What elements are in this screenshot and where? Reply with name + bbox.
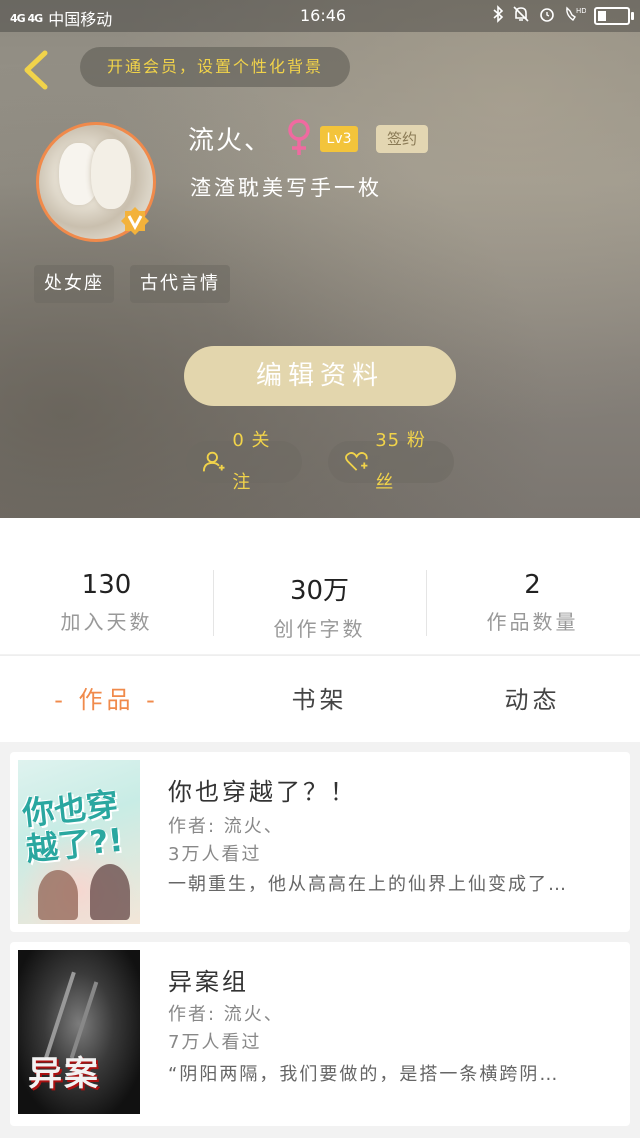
tab-activity[interactable]: 动态: [426, 680, 639, 715]
book-card[interactable]: 异案 异案组 作者: 流火、 7万人看过 “阴阳两隔，我们要做的，是搭一条横跨阴…: [10, 942, 630, 1126]
stat-label: 创作字数: [273, 617, 366, 641]
bell-muted-icon: [512, 5, 530, 27]
tab-works[interactable]: - 作品 -: [0, 680, 213, 715]
book-author: 作者: 流火、: [168, 816, 284, 837]
profile-header: 4G 4G 中国移动 16:46 HD 开通会员，设置个性化背景 流火、 Lv3…: [0, 0, 640, 518]
book-title[interactable]: 异案组: [168, 962, 249, 997]
chevron-left-icon: [24, 50, 48, 90]
content-tabs: - 作品 - 书架 动态: [0, 655, 640, 742]
bluetooth-icon: [492, 5, 504, 27]
stat-value: 30万: [289, 576, 350, 606]
book-title[interactable]: 你也穿越了？！: [168, 772, 357, 807]
user-plus-icon: [202, 451, 225, 472]
stats-panel: 130 加入天数 30万 创作字数 2 作品数量: [0, 518, 640, 654]
user-name: 流火、: [188, 126, 273, 156]
heart-plus-icon: [345, 452, 368, 471]
followers-count: 35 粉丝: [375, 430, 426, 493]
carrier-label: 中国移动: [48, 10, 113, 29]
cover-title: 你也穿越了?!: [20, 784, 125, 869]
vip-background-banner[interactable]: 开通会员，设置个性化背景: [80, 47, 350, 87]
stat-value: 130: [81, 570, 132, 600]
book-description: “阴阳两隔，我们要做的，是搭一条横跨阴…: [168, 1064, 560, 1085]
tab-bookshelf[interactable]: 书架: [213, 680, 426, 715]
stat-label: 作品数量: [486, 610, 579, 634]
edit-profile-button[interactable]: 编辑资料: [184, 346, 456, 406]
svg-text:HD: HD: [576, 7, 586, 15]
book-description: 一朝重生，他从高高在上的仙界上仙变成了…: [168, 874, 568, 895]
tag-genre[interactable]: 古代言情: [130, 265, 230, 303]
stat-works-count: 2 作品数量: [426, 570, 639, 635]
cover-title: 异案: [28, 1054, 100, 1094]
book-cover[interactable]: 异案: [18, 950, 140, 1114]
signed-author-badge: 签约: [376, 125, 428, 153]
alarm-icon: [538, 5, 556, 27]
following-count: 0 关注: [232, 430, 271, 493]
stat-label: 加入天数: [60, 610, 153, 634]
stat-word-count: 30万 创作字数: [213, 570, 426, 642]
followers-button[interactable]: 35 粉丝: [328, 430, 454, 493]
stat-value: 2: [524, 570, 541, 600]
hd-call-icon: HD: [564, 5, 587, 27]
book-views: 7万人看过: [168, 1032, 262, 1053]
battery-icon: [594, 7, 634, 25]
book-card[interactable]: 你也穿越了?! 你也穿越了？！ 作者: 流火、 3万人看过 一朝重生，他从高高在…: [10, 752, 630, 932]
tag-zodiac[interactable]: 处女座: [34, 265, 114, 303]
status-bar: 4G 4G 中国移动 16:46 HD: [0, 0, 640, 32]
user-bio: 渣渣耽美写手一枚: [190, 176, 382, 200]
book-cover[interactable]: 你也穿越了?!: [18, 760, 140, 924]
following-button[interactable]: 0 关注: [186, 430, 302, 493]
level-badge: Lv3: [320, 126, 358, 152]
book-views: 3万人看过: [168, 844, 262, 865]
verified-v-icon: [120, 206, 150, 236]
back-button[interactable]: [18, 48, 52, 92]
female-icon: [286, 118, 312, 162]
stat-days-joined: 130 加入天数: [0, 570, 213, 635]
book-author: 作者: 流火、: [168, 1004, 284, 1025]
clock: 16:46: [300, 6, 347, 25]
signal-icon: 4G 4G: [10, 11, 43, 25]
